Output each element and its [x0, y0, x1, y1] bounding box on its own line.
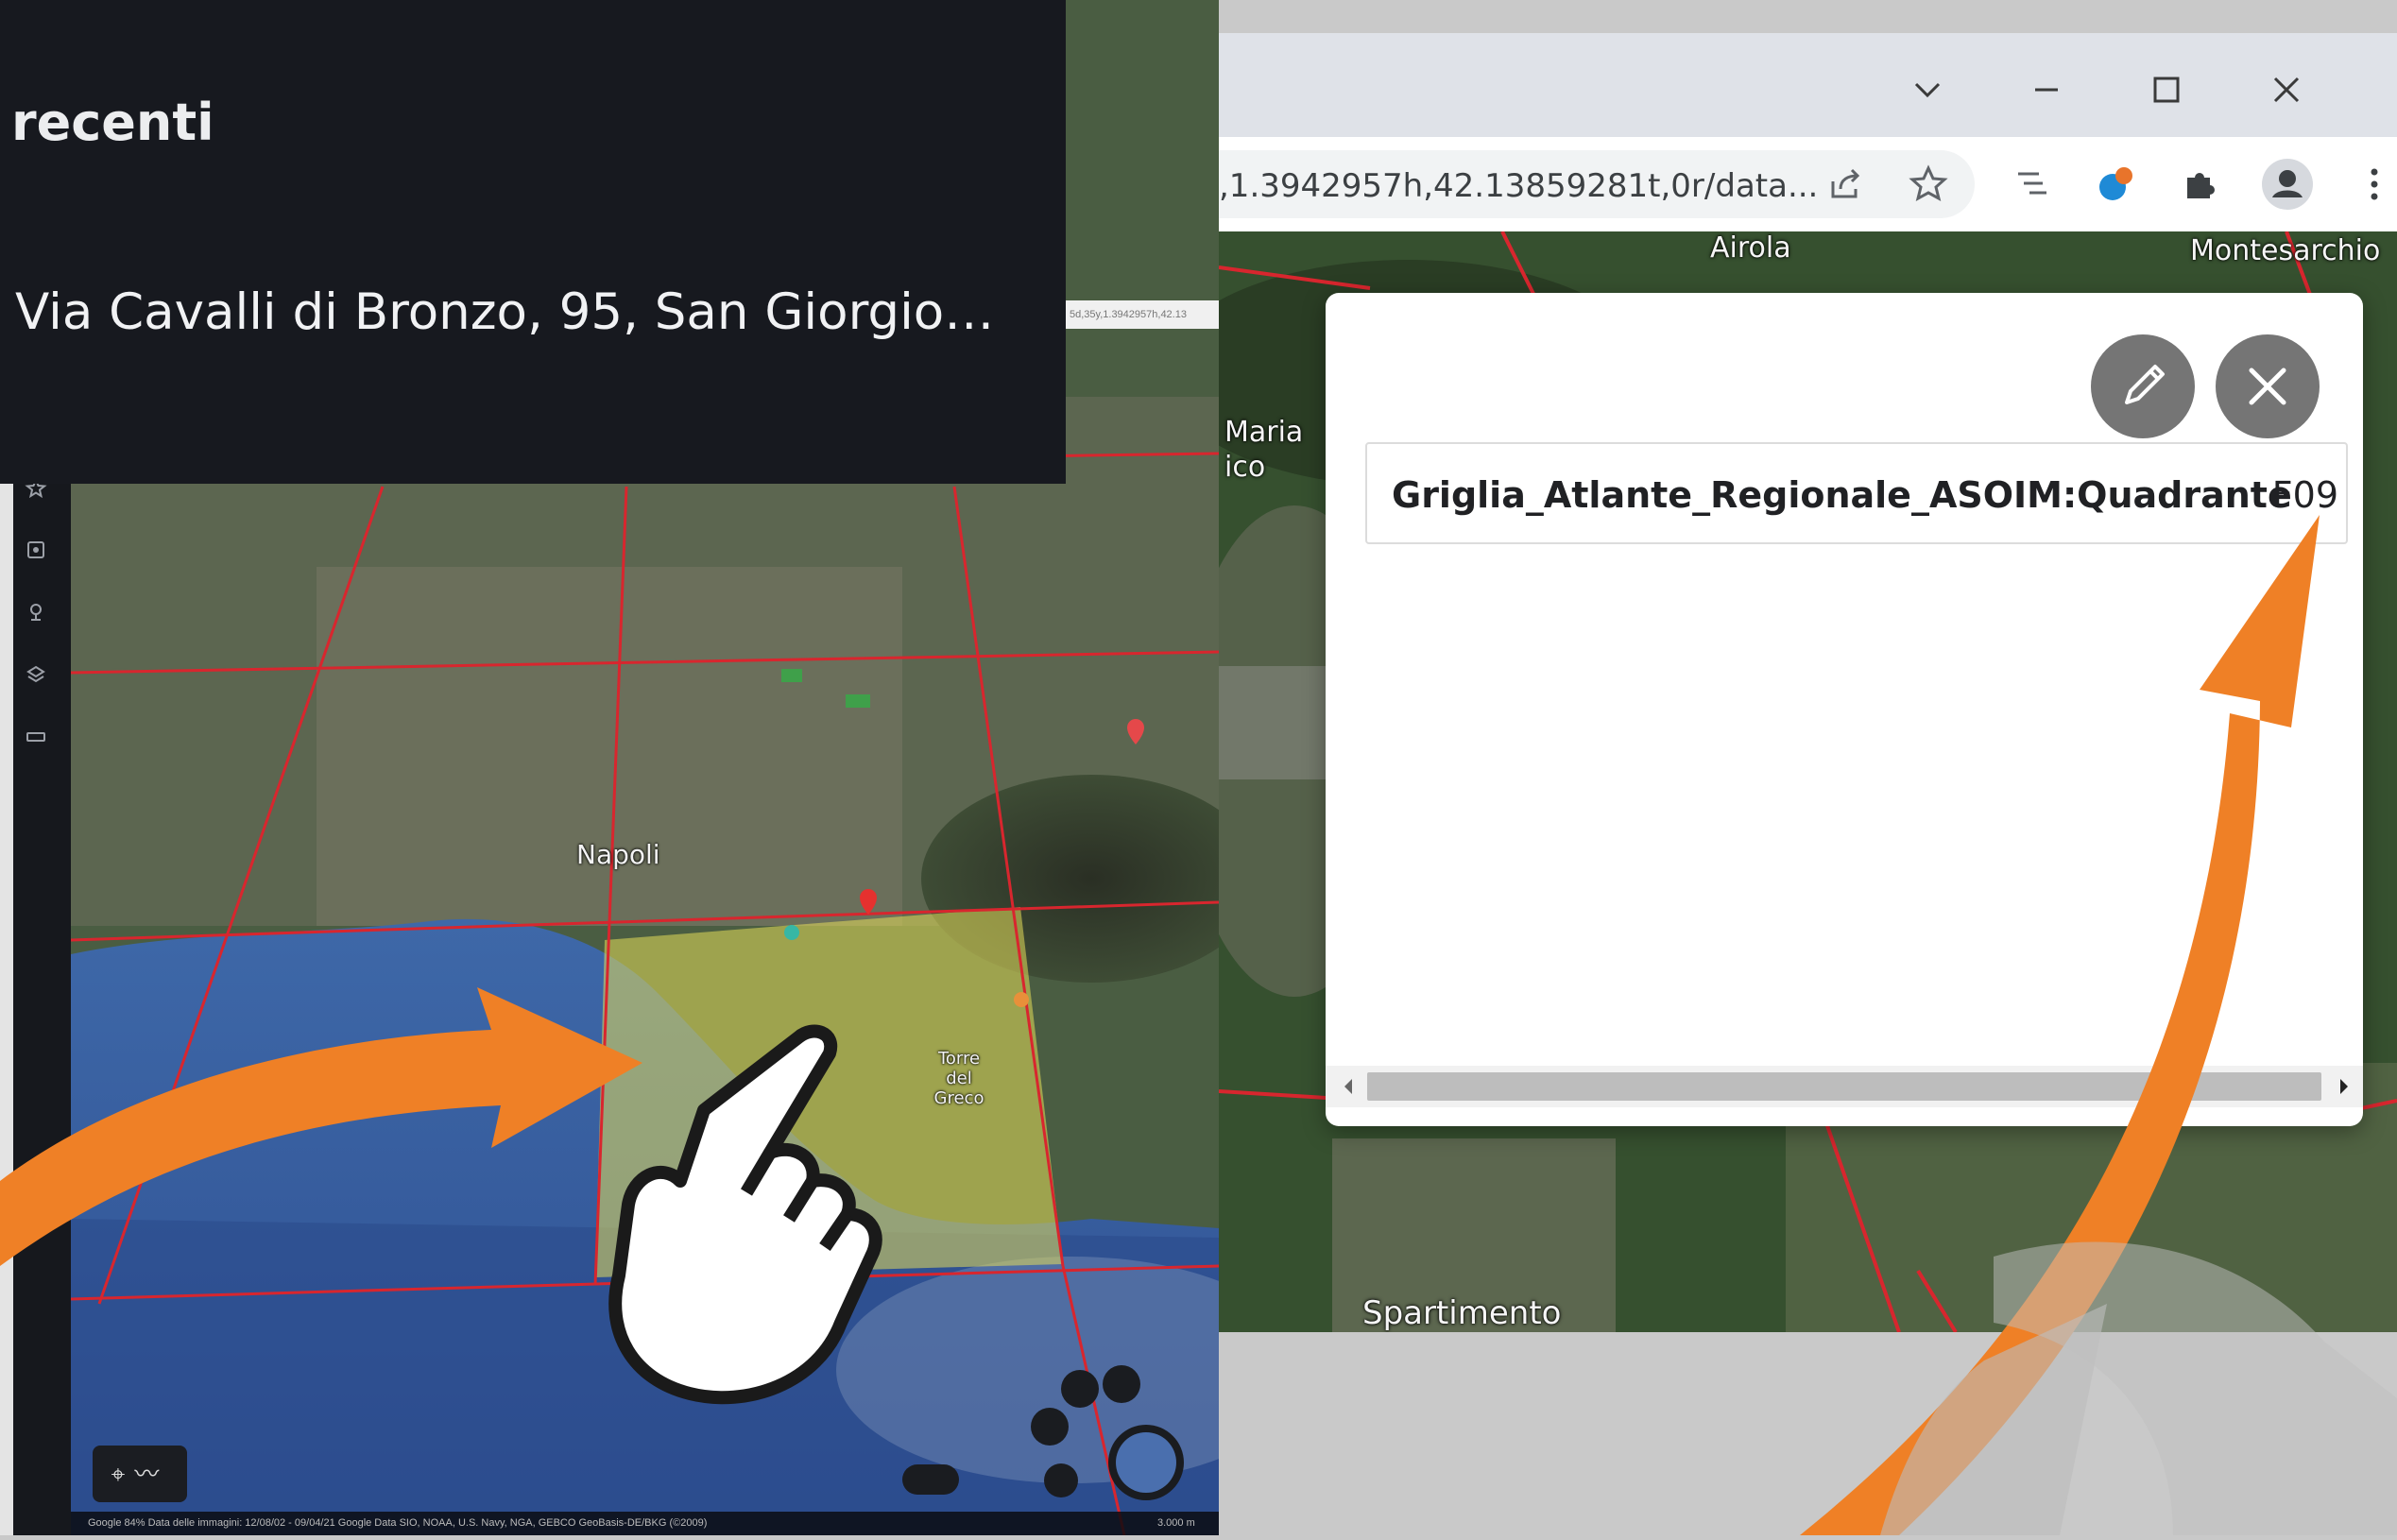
highlighted-quadrant[interactable]: [595, 907, 1063, 1277]
edit-button[interactable]: [2091, 334, 2195, 438]
maximize-icon[interactable]: [2138, 61, 2195, 118]
attribute-value: F09: [2271, 474, 2338, 516]
earth-view-controls[interactable]: ⌖〰: [93, 1446, 187, 1502]
browser-toolbar: ,1.3942957h,42.13859281t,0r/data...: [1219, 137, 2397, 231]
recent-search-item[interactable]: Via Cavalli di Bronzo, 95, San Giorgio…: [15, 283, 994, 341]
horizontal-scrollbar[interactable]: [1326, 1066, 2363, 1107]
map-label-torre-del-greco: Torre del Greco: [933, 1049, 984, 1108]
bookmark-star-icon[interactable]: [1907, 163, 1950, 206]
reading-list-icon[interactable]: [2011, 163, 2054, 206]
recent-searches-heading: recenti: [11, 93, 214, 152]
place-label-maria: Maria: [1224, 416, 1304, 449]
recent-searches-panel: recenti Via Cavalli di Bronzo, 95, San G…: [0, 0, 1066, 484]
map-label-napoli: Napoli: [576, 839, 660, 870]
minimize-icon[interactable]: [2018, 61, 2075, 118]
place-label-spartimento: Spartimento: [1362, 1294, 1562, 1332]
pencil-icon: [2125, 365, 2165, 404]
attribute-row: Griglia_Atlante_Regionale_ASOIM:Quadrant…: [1365, 442, 2348, 544]
scroll-right-arrow-icon[interactable]: [2325, 1066, 2363, 1107]
scroll-left-arrow-icon[interactable]: [1329, 1066, 1367, 1107]
location-pin-icon[interactable]: ⌖: [111, 1460, 135, 1488]
share-icon[interactable]: [1823, 163, 1867, 206]
tab-search-chevron-icon[interactable]: [1899, 61, 1956, 118]
browser-menu-icon[interactable]: [2353, 163, 2396, 206]
feature-info-popup: Griglia_Atlante_Regionale_ASOIM:Quadrant…: [1326, 293, 2363, 1126]
browser-titlebar: [1219, 33, 2397, 137]
earth-window-edge: [0, 300, 13, 1535]
toolbar-placemark-icon[interactable]: [25, 601, 47, 624]
extensions-puzzle-icon[interactable]: [2178, 163, 2221, 206]
close-popup-button[interactable]: [2216, 334, 2320, 438]
background-url-fragment: 5d,35y,1.3942957h,42.13: [1066, 300, 1219, 329]
path-icon[interactable]: 〰: [134, 1460, 168, 1488]
scale-text: 3.000 m: [1157, 1517, 1195, 1529]
toolbar-layers-icon[interactable]: [25, 663, 47, 686]
earth-attribution-footer: Google 84% Data delle immagini: 12/08/02…: [71, 1512, 1219, 1535]
address-url[interactable]: ,1.3942957h,42.13859281t,0r/data...: [1219, 167, 1818, 205]
extension-badge-icon[interactable]: [2094, 163, 2137, 206]
scrollbar-thumb[interactable]: [1367, 1072, 2321, 1101]
close-icon: [2249, 368, 2286, 405]
place-label-airola: Airola: [1710, 231, 1791, 265]
close-window-icon[interactable]: [2258, 61, 2315, 118]
profile-avatar-icon[interactable]: [2261, 158, 2314, 211]
toolbar-image-icon[interactable]: [25, 539, 47, 561]
attribute-key: Griglia_Atlante_Regionale_ASOIM:Quadrant…: [1392, 474, 2292, 516]
google-earth-window: Napoli Torre del Greco recenti Via Caval…: [0, 0, 1219, 1535]
address-bar[interactable]: ,1.3942957h,42.13859281t,0r/data...: [1219, 150, 1975, 218]
attribution-text: Google 84% Data delle immagini: 12/08/02…: [88, 1517, 708, 1529]
place-label-ico: ico: [1224, 451, 1266, 484]
toolbar-ruler-icon[interactable]: [25, 726, 47, 748]
place-label-montesarchio: Montesarchio: [2190, 234, 2381, 267]
